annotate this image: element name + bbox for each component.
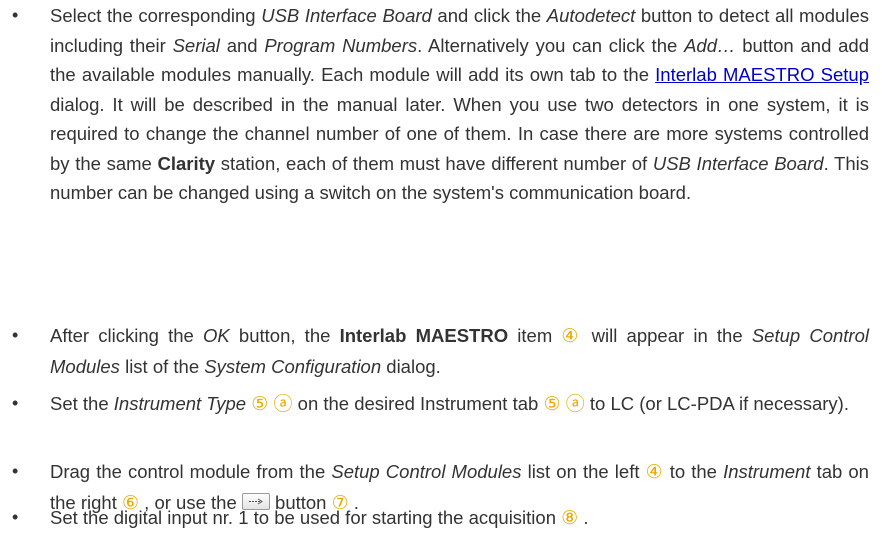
bullet-dot-icon: •: [12, 461, 19, 481]
bullet-dot-icon: •: [12, 325, 19, 345]
bullet-text: After clicking the OK button, the Interl…: [50, 325, 869, 377]
emphasis-text: OK: [203, 325, 230, 346]
bold-text: Clarity: [157, 152, 216, 174]
plain-text: item: [508, 325, 562, 346]
interlab-maestro-setup-link[interactable]: Interlab MAESTRO Setup: [655, 64, 869, 85]
plain-text: on the desired Instrument tab: [292, 393, 544, 414]
emphasis-text: Program Numbers: [264, 34, 418, 56]
plain-text: Set the digital input nr. 1 to be used f…: [50, 507, 562, 528]
callout-number-icon: ⑧: [561, 508, 579, 529]
bullet-text: Select the corresponding USB Interface B…: [50, 5, 869, 203]
emphasis-text: Instrument Type: [113, 393, 247, 414]
bullet-text: Set the digital input nr. 1 to be used f…: [50, 507, 589, 529]
bullet-item-instrument-type: • Set the Instrument Type ⑤ ⓐ on the des…: [12, 389, 869, 420]
plain-text: will appear in the: [582, 325, 752, 346]
bullet-text: Set the Instrument Type ⑤ ⓐ on the desir…: [50, 393, 849, 415]
callout-number-icon: ④: [561, 326, 583, 347]
callout-number-icon: ④: [645, 462, 664, 483]
plain-text: and: [219, 34, 265, 56]
emphasis-text: Setup Control Modules: [331, 461, 522, 482]
plain-text: Set the: [50, 393, 114, 414]
bullet-item-ok-button: • After clicking the OK button, the Inte…: [12, 321, 869, 381]
emphasis-text: USB Interface Board: [261, 5, 432, 26]
plain-text: After clicking the: [50, 325, 203, 346]
plain-text: Drag the control module from the: [50, 461, 332, 482]
bullet-dot-icon: •: [12, 5, 19, 25]
plain-text: . Alternatively you can click the: [417, 34, 685, 56]
plain-text: to the: [663, 461, 724, 482]
manual-page: • Select the corresponding USB Interface…: [0, 0, 882, 534]
emphasis-text: Add…: [684, 34, 736, 56]
emphasis-text: Autodetect: [546, 5, 636, 26]
bullet-dot-icon: •: [12, 507, 19, 527]
bullet-dot-icon: •: [12, 393, 19, 413]
emphasis-text: Serial: [172, 34, 220, 56]
bullet-item-autodetect: • Select the corresponding USB Interface…: [12, 1, 869, 208]
plain-text: and click the: [431, 5, 547, 26]
bullet-item-digital-input: • Set the digital input nr. 1 to be used…: [12, 503, 869, 534]
emphasis-text: USB Interface Board: [652, 152, 824, 174]
emphasis-text: Instrument: [723, 461, 811, 482]
plain-text: dialog.: [381, 355, 441, 377]
callout-number-icon: ⑤ ⓐ: [251, 394, 293, 415]
plain-text: button, the: [229, 325, 340, 346]
emphasis-text: System Configuration: [204, 355, 382, 377]
plain-text: to LC (or LC-PDA if necessary).: [584, 393, 849, 414]
plain-text: list of the: [119, 355, 205, 377]
plain-text: Select the corresponding: [50, 5, 262, 26]
plain-text: list on the left: [521, 461, 646, 482]
plain-text: station, each of them must have differen…: [215, 152, 653, 174]
callout-number-icon: ⑤ ⓐ: [543, 394, 585, 415]
plain-text: .: [578, 507, 589, 528]
bold-text: Interlab MAESTRO: [339, 325, 509, 346]
